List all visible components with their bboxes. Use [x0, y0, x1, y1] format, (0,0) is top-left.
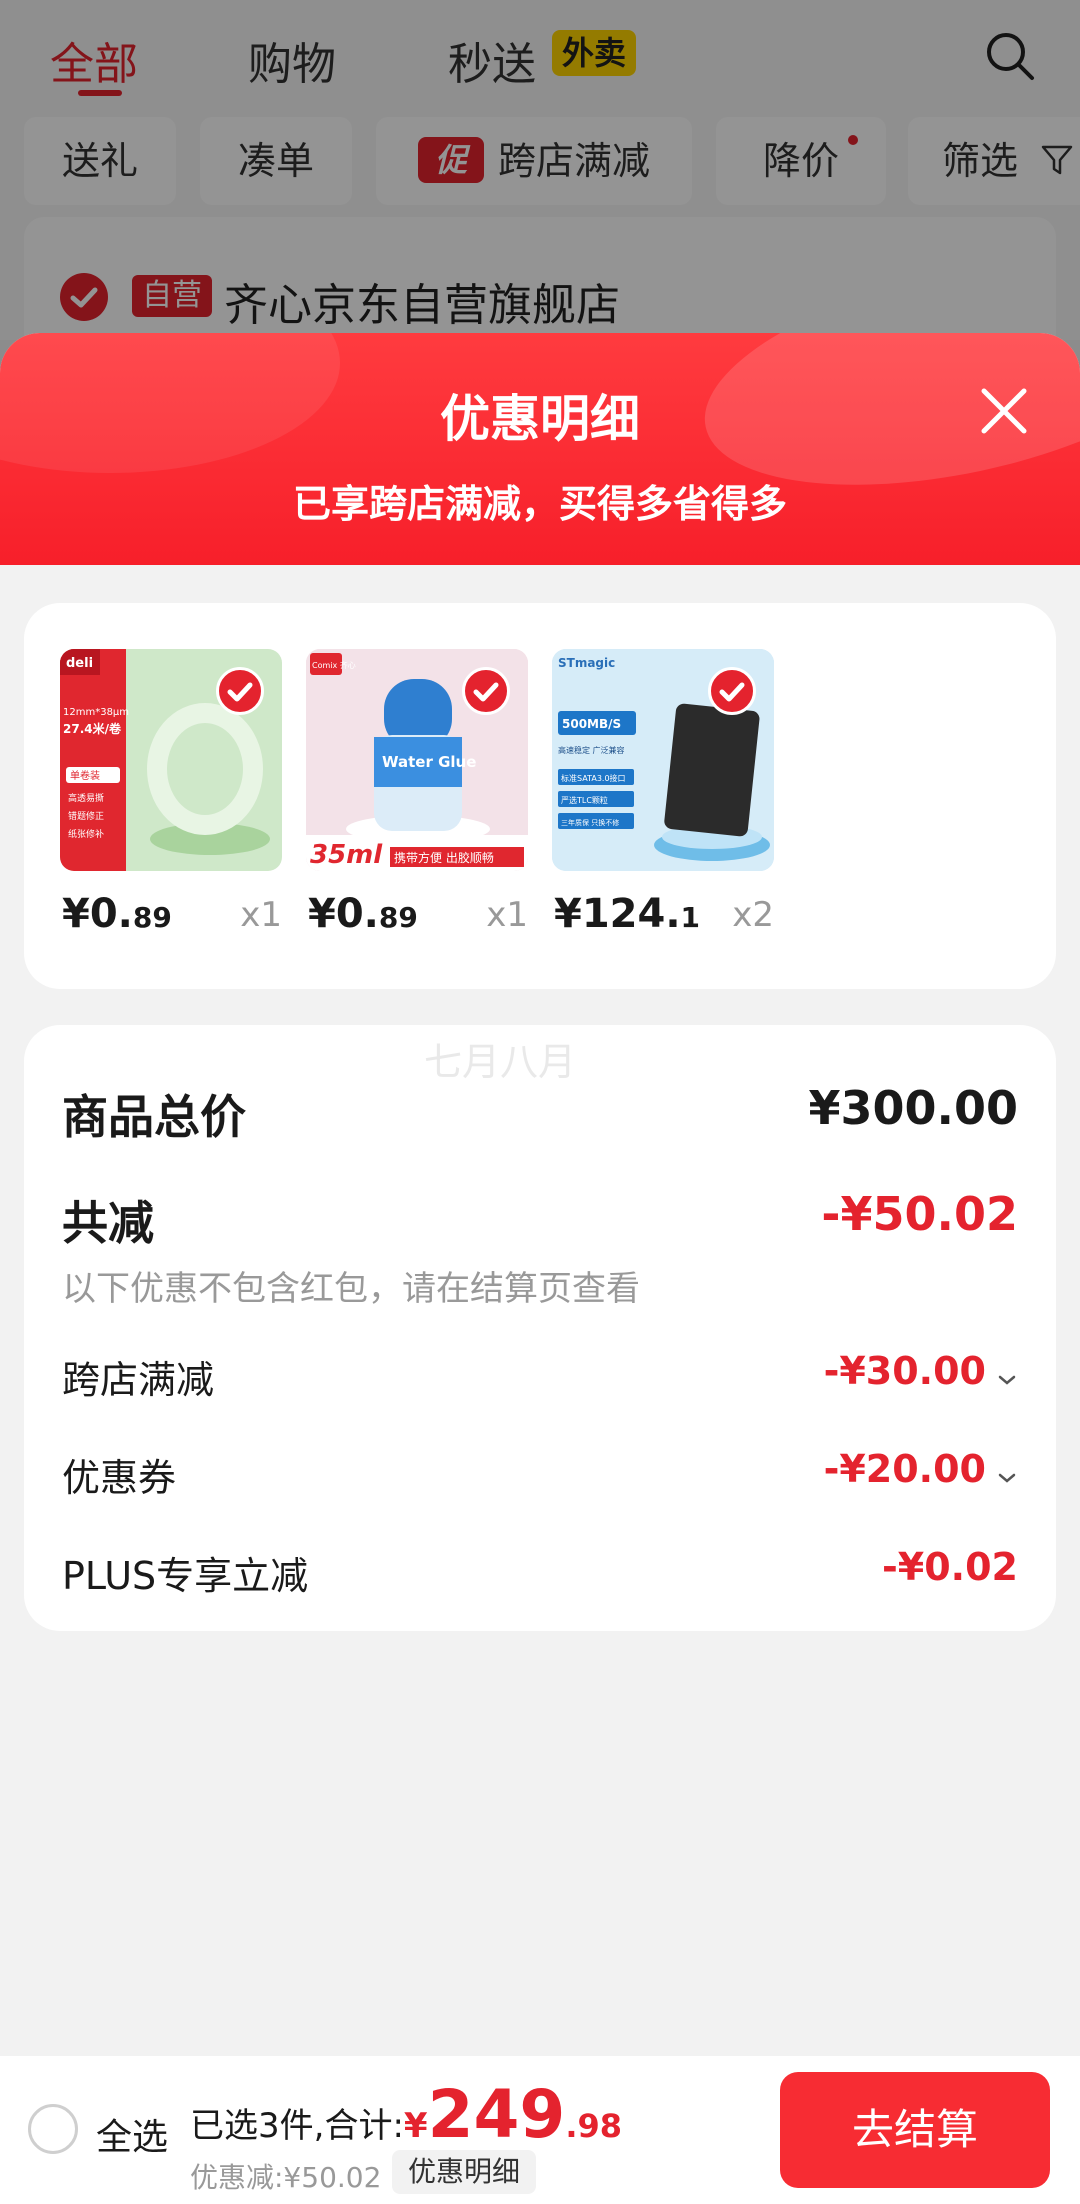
- svg-text:Comix 齐心: Comix 齐心: [312, 660, 356, 670]
- selected-check-icon: [708, 667, 756, 715]
- svg-text:12mm*38μm: 12mm*38μm: [63, 707, 129, 718]
- sheet-subtitle: 已享跨店满减，买得多省得多: [292, 482, 787, 526]
- total-integer: 249: [427, 2076, 566, 2153]
- total-price-label: 商品总价: [62, 1090, 246, 1144]
- svg-text:错题修正: 错题修正: [68, 810, 104, 822]
- brand-text: deli: [66, 656, 93, 671]
- close-icon[interactable]: [976, 383, 1032, 439]
- svg-text:高透易撕: 高透易撕: [68, 792, 104, 804]
- discount-summary: 优惠减:¥50.02: [190, 2161, 382, 2194]
- checkout-bar: 全选 已选3件,合计:¥249.98 优惠减:¥50.02 优惠明细 去结算: [0, 2056, 1080, 2204]
- selected-check-icon: [216, 667, 264, 715]
- svg-text:三年质保 只换不修: 三年质保 只换不修: [561, 818, 619, 827]
- checkout-button[interactable]: 去结算: [780, 2072, 1050, 2188]
- discount-value-group: -¥20.00: [824, 1447, 1018, 1491]
- product-quantity: x2: [732, 895, 774, 935]
- select-all-checkbox[interactable]: [28, 2104, 78, 2154]
- discount-value: -¥0.02: [882, 1545, 1018, 1589]
- chevron-down-icon[interactable]: [996, 1369, 1018, 1391]
- product-thumbnail: deli 12mm*38μm 27.4米/卷 单卷装 高透易撕 错题修正 纸张修…: [60, 649, 282, 871]
- watermark: 七月八月: [424, 1040, 577, 1084]
- svg-text:35ml: 35ml: [310, 840, 383, 870]
- discount-label: PLUS专享立减: [62, 1554, 309, 1598]
- selected-check-icon: [462, 667, 510, 715]
- discount-label: 优惠券: [62, 1456, 177, 1500]
- svg-text:Water Glue: Water Glue: [382, 753, 476, 771]
- total-price-value: ¥300.00: [808, 1081, 1018, 1135]
- discount-label: 跨店满减: [62, 1358, 215, 1402]
- svg-text:500MB/S: 500MB/S: [562, 717, 621, 731]
- chevron-down-icon[interactable]: [996, 1467, 1018, 1489]
- discount-detail-button[interactable]: 优惠明细: [392, 2150, 537, 2194]
- svg-text:27.4米/卷: 27.4米/卷: [63, 721, 122, 736]
- svg-text:纸张修补: 纸张修补: [68, 828, 104, 840]
- price-summary-card: 七月八月 商品总价 ¥300.00 共减 -¥50.02 以下优惠不包含红包，请…: [24, 1025, 1056, 1631]
- discount-detail-sheet: 优惠明细 已享跨店满减，买得多省得多 deli 12mm*38μm 27.4米/…: [0, 333, 1080, 2204]
- discount-value-group: -¥30.00: [824, 1349, 1018, 1393]
- product-thumbnail: Comix 齐心 Water Glue 35ml 携带方便 出胶顺畅: [306, 649, 528, 871]
- select-all-label[interactable]: 全选: [96, 2108, 168, 2160]
- product-quantity: x1: [486, 895, 528, 935]
- total-decimal: .98: [565, 2107, 623, 2145]
- sheet-header: 优惠明细 已享跨店满减，买得多省得多: [0, 333, 1080, 565]
- product-price: ¥0.89: [62, 891, 172, 937]
- selected-count-text: 已选3件,合计:: [190, 2106, 404, 2146]
- svg-text:携带方便 出胶顺畅: 携带方便 出胶顺畅: [394, 850, 494, 865]
- svg-text:严选TLC颗粒: 严选TLC颗粒: [561, 795, 608, 805]
- svg-text:单卷装: 单卷装: [70, 769, 100, 782]
- sheet-title: 优惠明细: [440, 390, 640, 448]
- total-amount: 已选3件,合计:¥249.98: [190, 2076, 622, 2153]
- total-reduction-value: -¥50.02: [821, 1187, 1018, 1241]
- product-price: ¥124.1: [554, 891, 701, 937]
- products-card: deli 12mm*38μm 27.4米/卷 单卷装 高透易撕 错题修正 纸张修…: [24, 603, 1056, 989]
- reduction-note: 以下优惠不包含红包，请在结算页查看: [62, 1269, 640, 1309]
- product-price: ¥0.89: [308, 891, 418, 937]
- product-thumbnail: STmagic 500MB/S 高速稳定 广泛兼容 标准SATA3.0接口 严选…: [552, 649, 774, 871]
- discount-value: -¥30.00: [823, 1349, 986, 1393]
- svg-text:高速稳定 广泛兼容: 高速稳定 广泛兼容: [558, 745, 625, 755]
- currency-symbol: ¥: [403, 2106, 428, 2146]
- product-quantity: x1: [240, 895, 282, 935]
- total-reduction-label: 共减: [62, 1196, 154, 1250]
- svg-text:STmagic: STmagic: [558, 656, 615, 670]
- discount-value: -¥20.00: [823, 1447, 986, 1491]
- svg-text:标准SATA3.0接口: 标准SATA3.0接口: [561, 773, 626, 783]
